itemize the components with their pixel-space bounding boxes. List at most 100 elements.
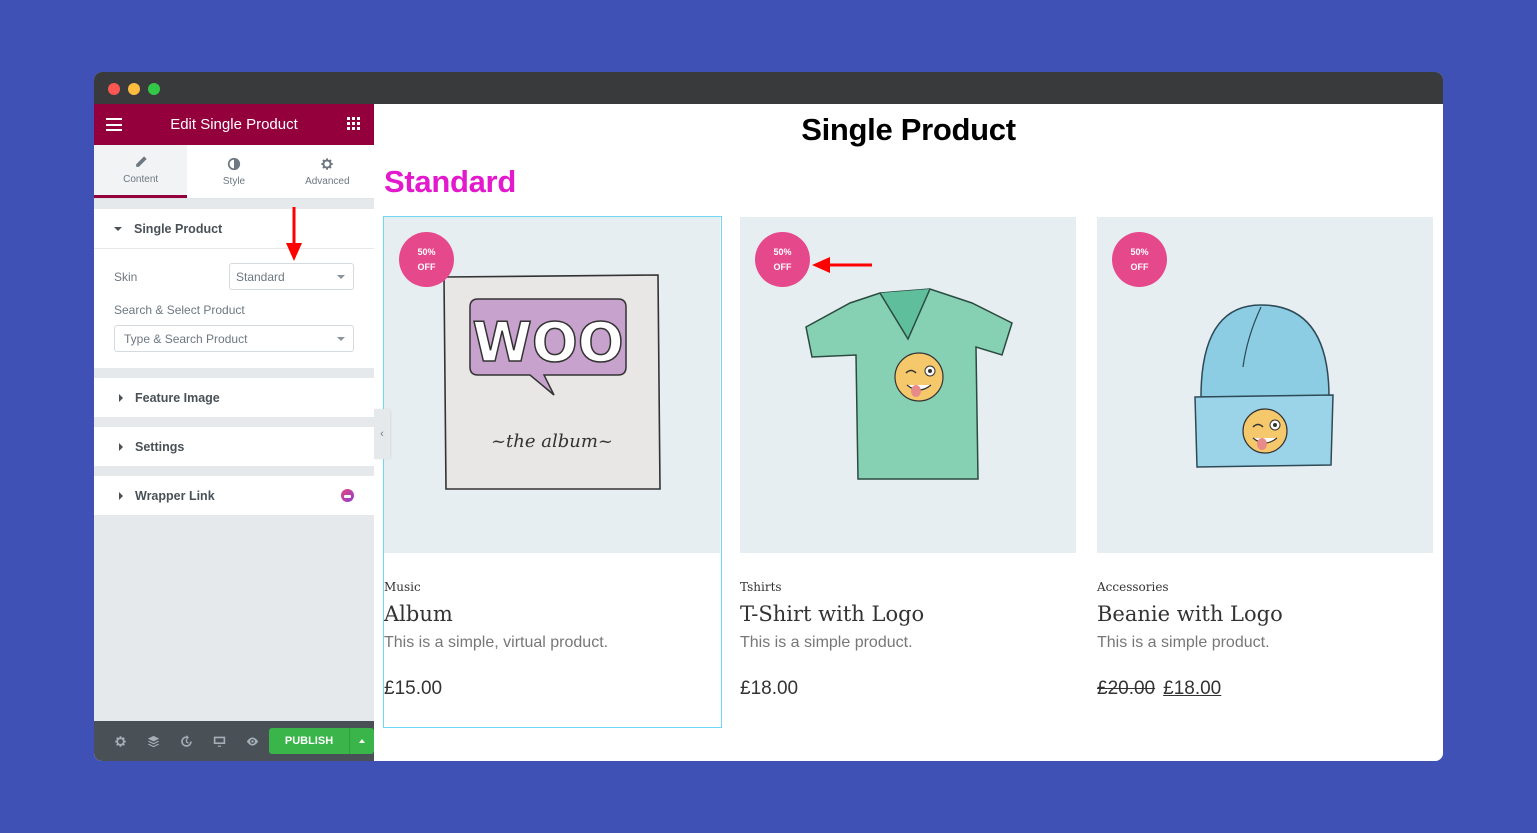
product-image[interactable]: WOO ~the album~ 50% OFF (384, 217, 720, 553)
product-category[interactable]: Music (384, 580, 721, 594)
sale-badge: 50% OFF (1112, 232, 1167, 287)
publish-options-button[interactable] (349, 728, 374, 754)
product-price: £15.00 (384, 678, 721, 700)
close-window-button[interactable] (108, 83, 120, 95)
product-category[interactable]: Tshirts (740, 580, 1077, 594)
product-price: £18.00 (740, 678, 1077, 700)
panel-tabs: Content Style Advanced (94, 145, 374, 199)
browser-window: Edit Single Product Content Style Advanc… (94, 72, 1443, 761)
section-wrapper-link-toggle[interactable]: Wrapper Link (94, 476, 374, 515)
product-card[interactable]: 50% OFF Tshirts T-Shirt with Logo This i… (740, 217, 1077, 727)
search-product-select[interactable]: Type & Search Product (114, 325, 354, 352)
caret-down-icon (114, 226, 122, 231)
caret-up-icon (359, 739, 365, 743)
search-product-placeholder: Type & Search Product (124, 331, 248, 346)
svg-text:WOO: WOO (472, 311, 623, 374)
tab-advanced[interactable]: Advanced (281, 145, 374, 198)
chevron-down-icon (337, 274, 345, 279)
product-card[interactable]: 50% OFF Accessories Beanie with Logo Thi… (1097, 217, 1434, 727)
chevron-down-icon (337, 336, 345, 341)
product-card[interactable]: WOO ~the album~ 50% OFF Music Album This… (383, 216, 722, 728)
product-image[interactable]: 50% OFF (740, 217, 1076, 553)
section-single-product-body: Skin Standard Search & Select Product Ty… (94, 248, 374, 368)
sale-badge-off: OFF (417, 261, 436, 272)
tab-label: Content (123, 174, 159, 185)
annotation-arrow-left-icon (812, 257, 872, 273)
navigator-button[interactable] (137, 735, 170, 748)
tab-content[interactable]: Content (94, 145, 188, 198)
section-title: Settings (135, 439, 185, 454)
product-description: This is a simple product. (1097, 634, 1270, 651)
annotation-arrow-down-icon (286, 207, 302, 261)
responsive-icon (213, 736, 226, 747)
minimize-window-button[interactable] (128, 83, 140, 95)
preview-button[interactable] (236, 735, 269, 748)
window-titlebar (94, 72, 1443, 104)
skin-select[interactable]: Standard (229, 263, 354, 290)
widgets-grid-icon[interactable] (347, 117, 360, 130)
caret-right-icon (119, 491, 123, 500)
current-price: £18.00 (740, 678, 799, 699)
pro-badge-icon (341, 489, 354, 502)
tab-style[interactable]: Style (187, 145, 280, 198)
layers-icon (147, 735, 160, 747)
chevron-left-icon: ‹ (380, 428, 384, 440)
skin-select-value: Standard (236, 269, 285, 284)
maximize-window-button[interactable] (148, 83, 160, 95)
section-settings-toggle[interactable]: Settings (94, 427, 374, 466)
sale-price: £18.00 (1163, 678, 1222, 699)
sale-badge-off: OFF (1130, 261, 1149, 272)
caret-right-icon (119, 393, 123, 402)
gear-icon (321, 157, 333, 170)
sale-badge-percent: 50% (417, 246, 436, 257)
pencil-icon (135, 156, 147, 167)
search-product-label: Search & Select Product (114, 303, 245, 317)
sale-badge-percent: 50% (1130, 246, 1149, 257)
settings-icon (115, 735, 126, 747)
product-category[interactable]: Accessories (1097, 580, 1434, 594)
history-button[interactable] (170, 734, 203, 748)
skin-heading: Standard (384, 164, 516, 199)
section-feature-image-toggle[interactable]: Feature Image (94, 378, 374, 417)
preview-icon (246, 736, 259, 746)
product-description: This is a simple product. (740, 634, 913, 651)
section-feature-image: Feature Image (94, 378, 374, 417)
current-price: £15.00 (384, 678, 443, 699)
regular-price: £20.00 (1097, 678, 1156, 699)
menu-icon[interactable] (106, 118, 122, 131)
section-single-product-toggle[interactable]: Single Product (94, 209, 374, 248)
preview-canvas: Single Product Standard WOO ~the album~ … (374, 104, 1443, 761)
sale-badge: 50% OFF (755, 232, 810, 287)
contrast-icon (227, 157, 241, 170)
section-title: Feature Image (135, 390, 220, 405)
section-title: Single Product (134, 221, 223, 236)
collapse-panel-handle[interactable]: ‹ (374, 409, 390, 459)
responsive-mode-button[interactable] (203, 735, 236, 748)
page-title: Single Product (801, 112, 1016, 147)
tab-label: Advanced (305, 175, 350, 187)
tab-label: Style (222, 175, 246, 187)
sale-badge: 50% OFF (399, 232, 454, 287)
product-name[interactable]: T-Shirt with Logo (740, 602, 1077, 626)
settings-button[interactable] (104, 735, 137, 748)
product-image[interactable]: 50% OFF (1097, 217, 1433, 553)
history-icon (181, 734, 192, 747)
sale-badge-off: OFF (773, 261, 792, 272)
product-description: This is a simple, virtual product. (384, 634, 609, 651)
section-single-product: Single Product Skin Standard Search & Se… (94, 209, 374, 368)
section-wrapper-link: Wrapper Link (94, 476, 374, 515)
section-title: Wrapper Link (135, 488, 215, 503)
section-settings: Settings (94, 427, 374, 466)
sale-badge-percent: 50% (773, 246, 792, 257)
publish-button[interactable]: PUBLISH (269, 728, 349, 754)
panel-header: Edit Single Product (94, 104, 374, 145)
product-price: £20.00 £18.00 (1097, 678, 1434, 700)
skin-label: Skin (114, 269, 138, 284)
panel-footer: PUBLISH (94, 721, 374, 761)
caret-right-icon (119, 442, 123, 451)
editor-panel: Edit Single Product Content Style Advanc… (94, 104, 374, 761)
panel-title: Edit Single Product (170, 116, 298, 133)
product-name[interactable]: Beanie with Logo (1097, 602, 1434, 626)
product-name[interactable]: Album (384, 602, 721, 626)
skin-control: Skin Standard (114, 263, 354, 290)
